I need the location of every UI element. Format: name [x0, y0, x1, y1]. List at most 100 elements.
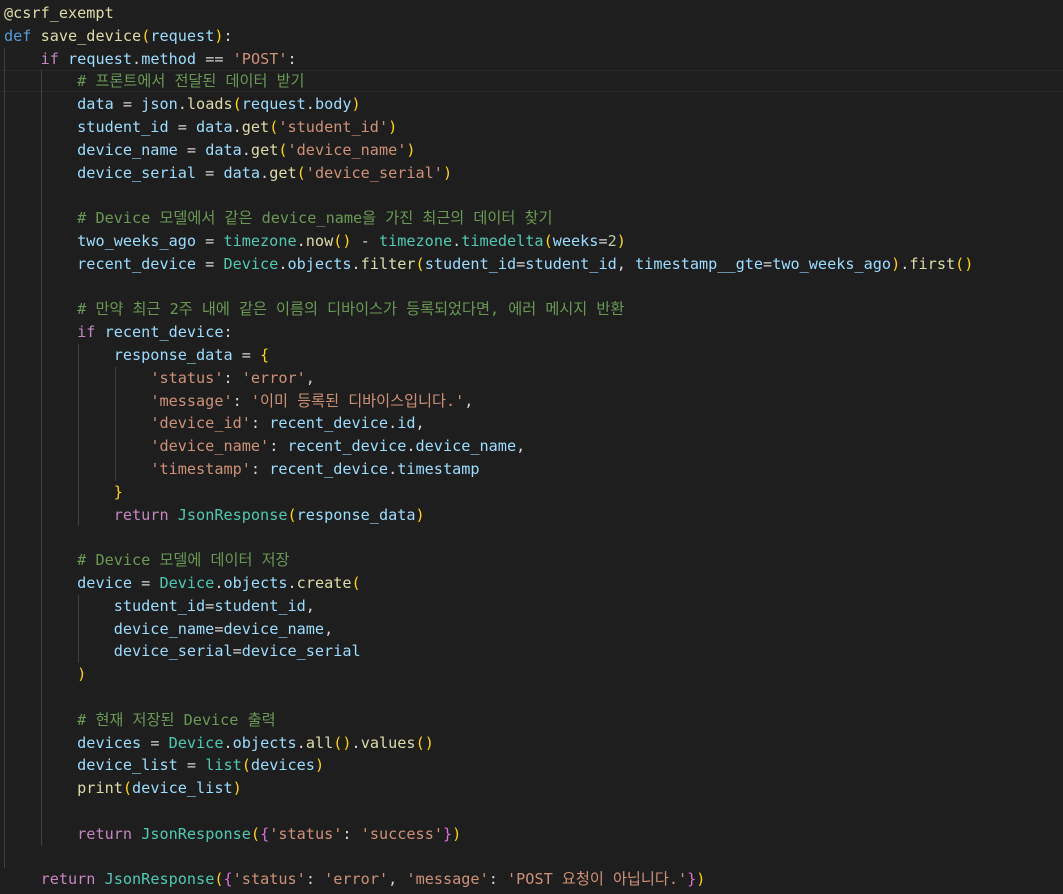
code-token: . — [351, 254, 361, 273]
code-token: ( — [278, 140, 288, 159]
code-line[interactable]: 'status': 'error', — [4, 367, 315, 389]
code-line[interactable]: return JsonResponse(response_data) — [4, 504, 425, 526]
code-line[interactable]: data = json.loads(request.body) — [4, 93, 361, 115]
code-token: device_list — [77, 756, 178, 775]
code-token: . — [232, 118, 242, 136]
code-line[interactable]: # Device 모델에 데이터 저장 — [4, 549, 289, 571]
code-token: request — [150, 26, 215, 45]
code-token: : — [287, 49, 297, 68]
code-line[interactable]: device_serial=device_serial — [4, 640, 361, 662]
code-token: ) — [314, 756, 325, 775]
code-line[interactable]: device_name=device_name, — [4, 618, 334, 640]
code-token: . — [305, 95, 315, 114]
code-line[interactable]: @csrf_exempt — [4, 2, 114, 24]
code-token: ( — [122, 779, 133, 798]
code-token: student_id — [113, 596, 206, 615]
code-token: { — [260, 824, 270, 843]
code-token: 'POST 요청이 아닙니다.' — [507, 870, 688, 889]
code-token: : — [342, 824, 361, 843]
code-token: 'device_serial' — [305, 163, 443, 182]
code-line[interactable]: 'device_name': recent_device.device_name… — [4, 435, 525, 457]
code-line[interactable]: ) — [4, 663, 86, 685]
code-token: objects — [223, 574, 288, 592]
code-line[interactable]: 'device_id': recent_device.id, — [4, 412, 424, 434]
code-token: now — [305, 232, 334, 250]
code-line[interactable]: 'message': '이미 등록된 디바이스입니다.', — [4, 390, 473, 412]
code-line[interactable]: device_name = data.get('device_name') — [4, 139, 415, 161]
code-token: } — [113, 482, 123, 501]
code-token: Device — [223, 254, 279, 273]
code-token: data — [223, 163, 261, 182]
code-token: method — [141, 49, 197, 68]
code-token: Device — [168, 733, 224, 752]
code-line[interactable]: 'timestamp': recent_device.timestamp — [4, 458, 479, 480]
code-token: ) — [442, 163, 453, 182]
code-token: 'device_name' — [287, 140, 407, 159]
code-token: == — [196, 49, 233, 68]
code-line[interactable]: response_data = { — [4, 344, 269, 366]
code-token: () — [333, 733, 352, 752]
code-token: device_name — [113, 619, 215, 638]
code-line[interactable]: devices = Device.objects.all().values() — [4, 732, 434, 754]
code-editor[interactable]: @csrf_exempt def save_device(request): if… — [0, 0, 1063, 894]
code-token: Device — [159, 574, 215, 592]
code-token: : — [305, 870, 325, 889]
code-line[interactable]: def save_device(request): — [4, 25, 233, 47]
code-token: first — [909, 254, 956, 273]
code-line[interactable]: student_id = data.get('student_id') — [4, 116, 397, 138]
code-token: = — [196, 254, 224, 273]
code-token: = — [598, 232, 608, 250]
code-token: - — [351, 232, 379, 250]
code-token: , — [305, 368, 315, 387]
code-line[interactable]: recent_device = Device.objects.filter(st… — [4, 253, 973, 275]
code-token: device — [77, 574, 133, 592]
code-token: data — [196, 118, 233, 136]
code-line[interactable]: device_serial = data.get('device_serial'… — [4, 162, 452, 184]
code-line[interactable]: } — [4, 481, 123, 503]
code-token: recent_device — [104, 323, 224, 342]
code-line[interactable]: # 만약 최근 2주 내에 같은 이름의 디바이스가 등록되었다면, 에러 메시… — [4, 298, 624, 320]
code-line[interactable]: return JsonResponse({'status': 'success'… — [4, 823, 461, 845]
code-token: ( — [543, 232, 553, 250]
code-line[interactable]: device = Device.objects.create( — [4, 572, 361, 594]
code-token: student_id — [214, 596, 306, 615]
code-line[interactable]: return JsonResponse({'status': 'error', … — [4, 868, 706, 890]
code-line[interactable]: # 현재 저장된 Device 출력 — [4, 709, 275, 731]
code-token: . — [351, 733, 361, 752]
code-line[interactable]: device_list = list(devices) — [4, 754, 324, 776]
code-token: JsonResponse — [104, 870, 215, 889]
code-token: { — [260, 346, 270, 364]
code-token: = — [232, 642, 242, 661]
code-token: = — [196, 232, 224, 250]
code-line[interactable]: student_id=student_id, — [4, 595, 315, 617]
code-token: = — [168, 118, 197, 136]
code-line[interactable]: two_weeks_ago = timezone.now() - timezon… — [4, 230, 626, 252]
code-token: body — [314, 95, 352, 114]
code-line[interactable]: if request.method == 'POST': — [4, 48, 297, 70]
code-token: () — [415, 733, 434, 752]
code-line[interactable]: # 프론트에서 전달된 데이터 받기 — [4, 70, 304, 92]
code-token: create — [296, 574, 352, 592]
code-line[interactable]: if recent_device: — [4, 321, 232, 343]
code-token: } — [687, 870, 697, 889]
code-line[interactable]: # Device 모델에서 같은 device_name을 가진 최근의 데이터… — [4, 207, 552, 229]
code-token: get — [250, 140, 279, 159]
code-token: JsonResponse — [141, 824, 251, 843]
code-line[interactable]: print(device_list) — [4, 777, 242, 799]
code-token: = — [113, 95, 142, 114]
code-token: . — [214, 574, 224, 592]
